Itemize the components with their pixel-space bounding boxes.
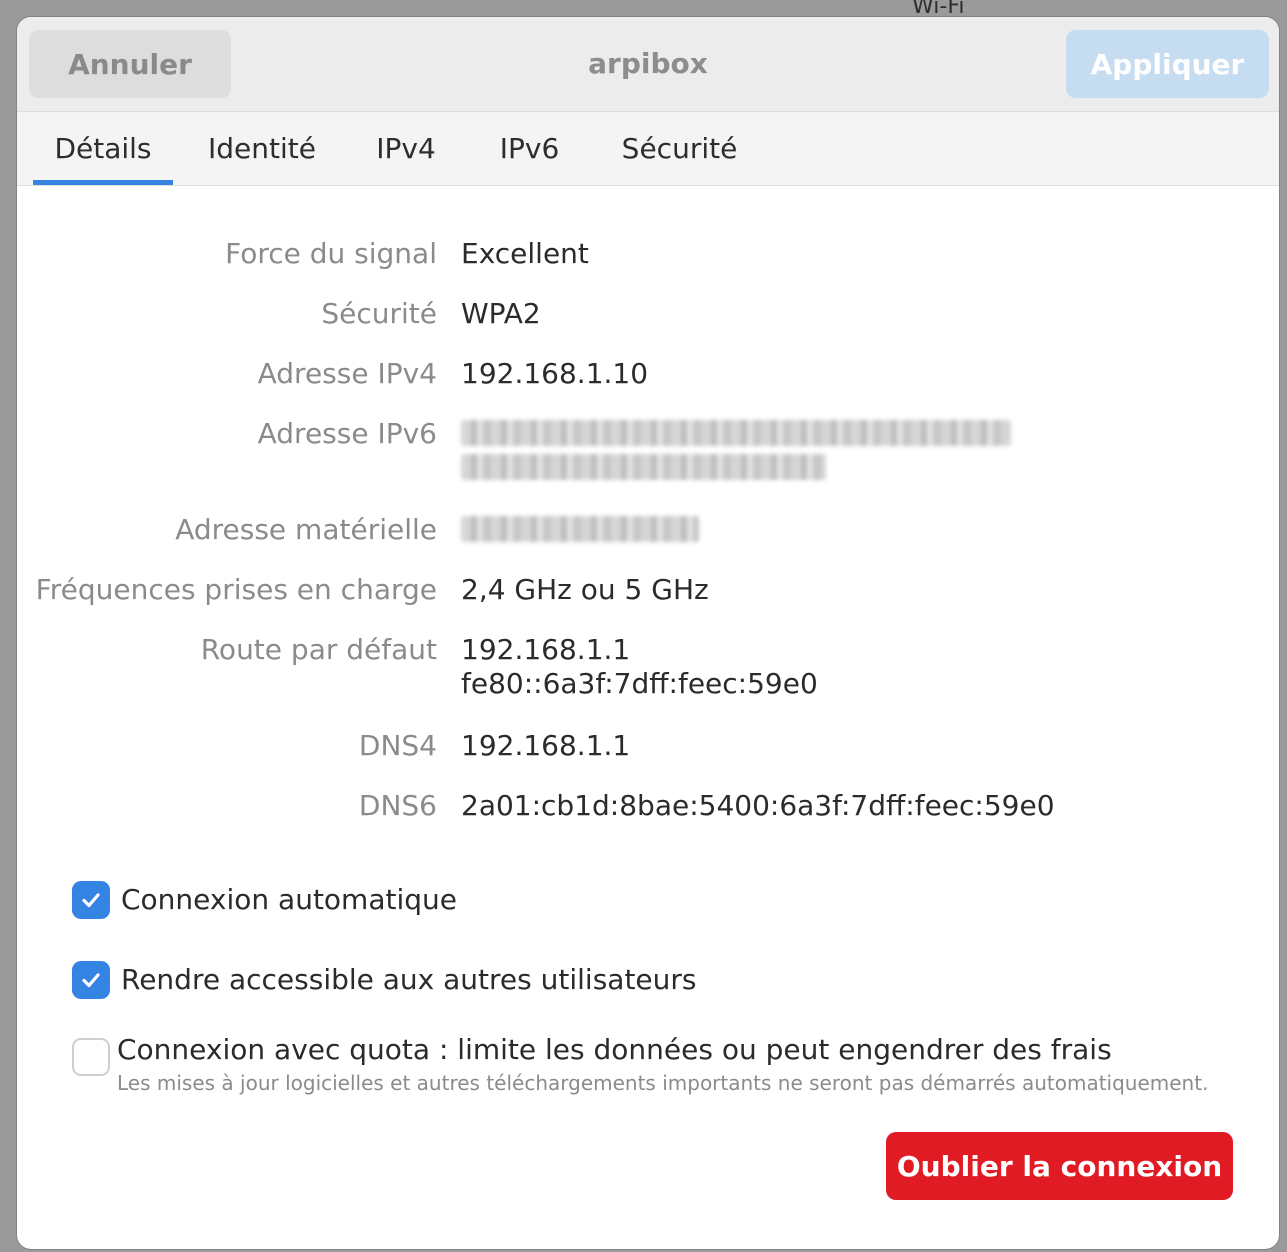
- share-connection-label[interactable]: Rendre accessible aux autres utilisateur…: [121, 963, 697, 996]
- hardware-address-label: Adresse matérielle: [175, 513, 437, 546]
- tab-identity[interactable]: Identité: [197, 112, 327, 185]
- tab-ipv6[interactable]: IPv6: [487, 112, 572, 185]
- default-route-value-ipv6: fe80::6a3f:7dff:feec:59e0: [461, 667, 818, 700]
- apply-button[interactable]: Appliquer: [1066, 30, 1269, 98]
- metered-connection-checkbox[interactable]: [72, 1038, 110, 1076]
- default-route-value-ipv4: 192.168.1.1: [461, 633, 631, 666]
- metered-connection-label[interactable]: Connexion avec quota : limite les donnée…: [117, 1033, 1112, 1066]
- signal-strength-value: Excellent: [461, 237, 589, 270]
- tab-security[interactable]: Sécurité: [612, 112, 747, 185]
- signal-strength-label: Force du signal: [225, 237, 437, 270]
- default-route-label: Route par défaut: [200, 633, 437, 666]
- ipv4-address-value: 192.168.1.10: [461, 357, 649, 390]
- metered-connection-description: Les mises à jour logicielles et autres t…: [117, 1071, 1209, 1095]
- security-label: Sécurité: [321, 297, 437, 330]
- auto-connect-checkbox[interactable]: [72, 881, 110, 919]
- ipv6-address-value-redacted-line2: [461, 454, 826, 488]
- dns4-value: 192.168.1.1: [461, 729, 631, 762]
- hardware-address-value-redacted: [461, 516, 699, 550]
- redacted-block: [461, 516, 699, 542]
- forget-connection-button[interactable]: Oublier la connexion: [886, 1132, 1233, 1200]
- ipv4-address-label: Adresse IPv4: [257, 357, 437, 390]
- connection-details-dialog: Annuler arpibox Appliquer Détails Identi…: [17, 17, 1279, 1249]
- dns4-label: DNS4: [358, 729, 437, 762]
- checkmark-icon: [82, 973, 100, 988]
- supported-frequencies-label: Fréquences prises en charge: [35, 573, 437, 606]
- checkmark-icon: [82, 893, 100, 908]
- dns6-label: DNS6: [358, 789, 437, 822]
- ipv6-address-label: Adresse IPv6: [257, 417, 437, 450]
- ipv6-address-value-redacted: [461, 420, 1011, 454]
- tab-details[interactable]: Détails: [33, 112, 173, 185]
- tab-bar: Détails Identité IPv4 IPv6 Sécurité: [17, 112, 1279, 186]
- security-value: WPA2: [461, 297, 541, 330]
- tab-ipv4[interactable]: IPv4: [361, 112, 451, 185]
- redacted-block: [461, 420, 1011, 446]
- share-connection-checkbox[interactable]: [72, 961, 110, 999]
- auto-connect-label[interactable]: Connexion automatique: [121, 883, 457, 916]
- dialog-headerbar: Annuler arpibox Appliquer: [17, 17, 1279, 112]
- dns6-value: 2a01:cb1d:8bae:5400:6a3f:7dff:feec:59e0: [461, 789, 1055, 822]
- redacted-block: [461, 454, 826, 480]
- supported-frequencies-value: 2,4 GHz ou 5 GHz: [461, 573, 709, 606]
